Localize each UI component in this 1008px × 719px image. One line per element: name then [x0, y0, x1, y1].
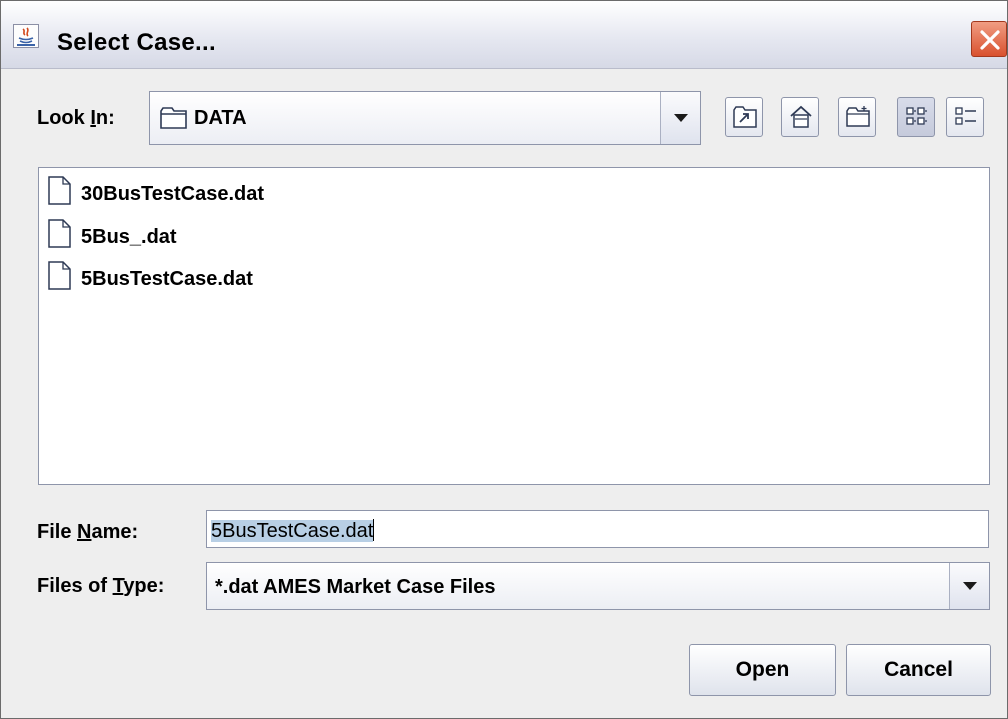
files-of-type-label: Files of Type: — [37, 575, 165, 597]
file-list[interactable]: 30BusTestCase.dat 5Bus_.dat 5BusTestCase… — [38, 167, 990, 485]
open-button[interactable]: Open — [689, 644, 836, 696]
look-in-combo[interactable]: DATA — [149, 91, 701, 145]
file-icon — [48, 261, 71, 290]
files-of-type-value: *.dat AMES Market Case Files — [215, 576, 496, 598]
file-name: 5BusTestCase.dat — [81, 268, 253, 290]
file-name: 5Bus_.dat — [81, 226, 177, 248]
text-caret — [373, 519, 375, 541]
close-icon — [980, 30, 1000, 50]
file-icon — [48, 219, 71, 248]
file-name-value: 5BusTestCase.dat — [211, 520, 374, 542]
chevron-down-icon — [963, 582, 977, 590]
look-in-value: DATA — [194, 107, 247, 129]
look-in-label: Look In: — [37, 107, 115, 129]
chevron-down-icon — [674, 114, 688, 122]
file-name-label: File Name: — [37, 521, 139, 543]
list-view-button[interactable] — [897, 97, 935, 137]
close-button[interactable] — [971, 21, 1007, 57]
up-folder-icon — [733, 106, 757, 128]
list-view-icon — [906, 107, 927, 125]
new-folder-button[interactable] — [838, 97, 876, 137]
files-of-type-dropdown-arrow[interactable] — [949, 563, 989, 609]
up-one-level-button[interactable] — [725, 97, 763, 137]
file-name-field[interactable]: 5BusTestCase.dat — [206, 510, 989, 548]
window-title: Select Case... — [57, 29, 216, 56]
folder-icon — [160, 107, 187, 129]
file-icon — [48, 176, 71, 205]
java-app-icon — [13, 24, 39, 48]
cancel-button[interactable]: Cancel — [846, 644, 991, 696]
file-name: 30BusTestCase.dat — [81, 183, 265, 205]
details-view-icon — [955, 107, 976, 125]
new-folder-icon — [846, 106, 870, 127]
title-bar[interactable]: Select Case... — [1, 1, 1007, 69]
file-chooser-dialog: Select Case... Look In: DATA 30BusTestCa… — [0, 0, 1008, 719]
details-view-button[interactable] — [946, 97, 984, 137]
home-icon — [790, 105, 812, 128]
home-button[interactable] — [781, 97, 819, 137]
look-in-dropdown-arrow[interactable] — [660, 92, 700, 144]
files-of-type-combo[interactable]: *.dat AMES Market Case Files — [206, 562, 990, 610]
